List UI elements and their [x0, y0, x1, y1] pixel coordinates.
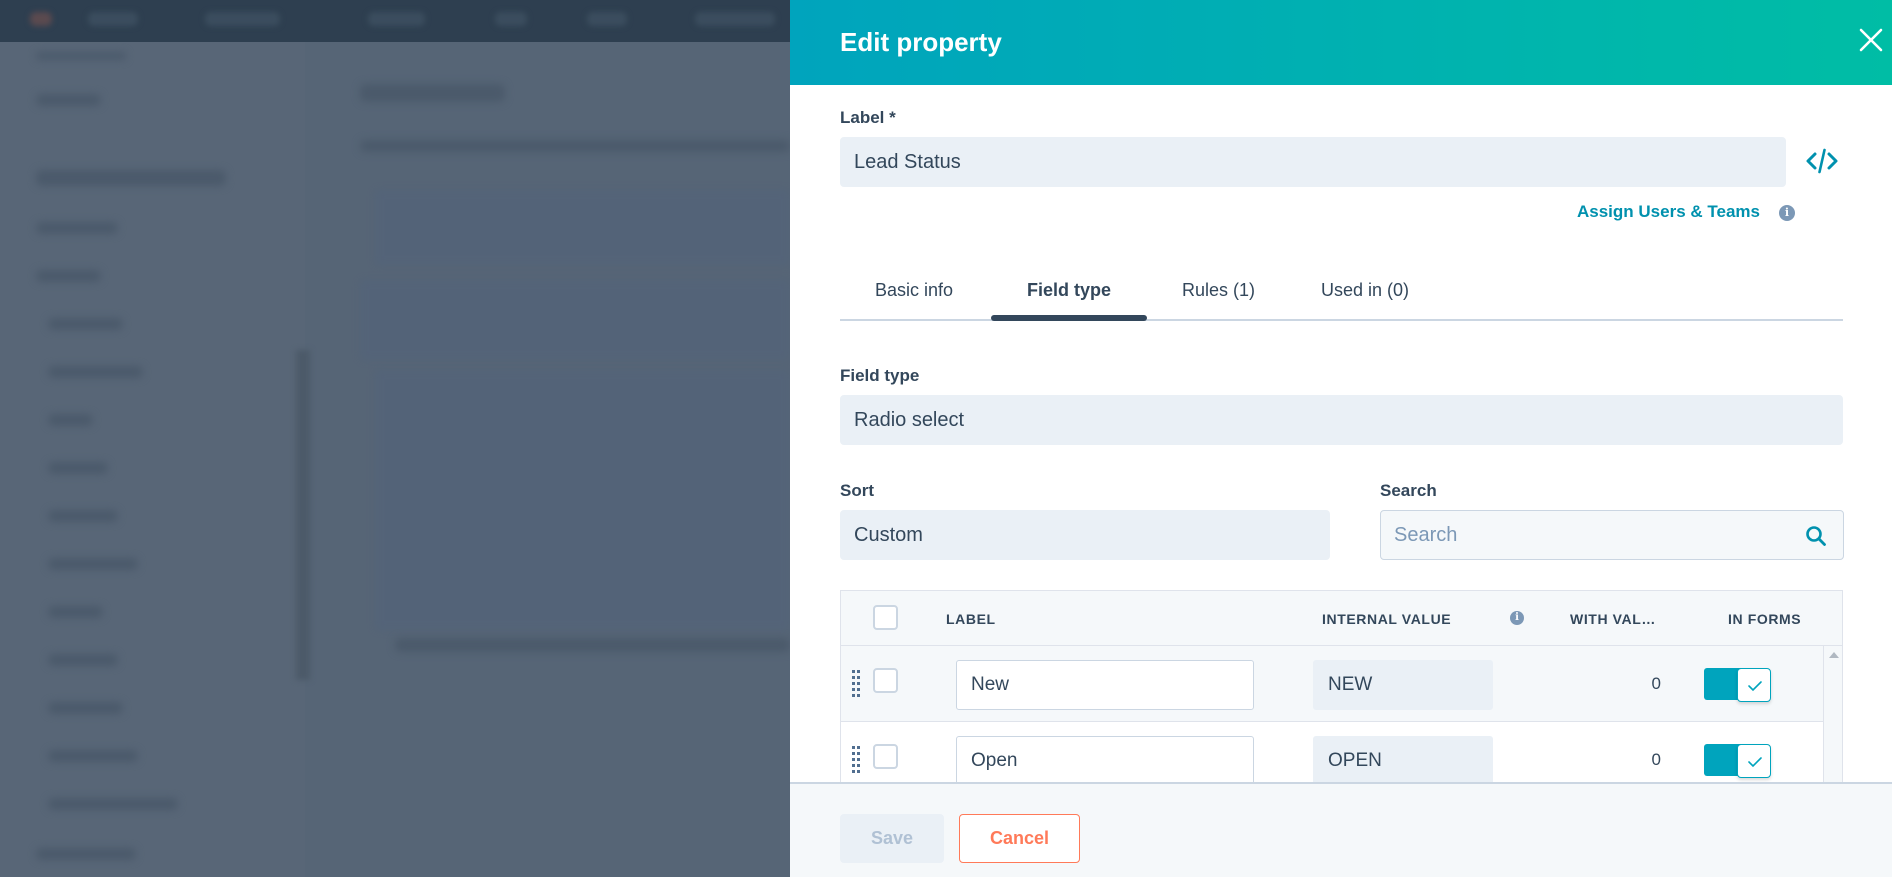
field-type-select[interactable]: Radio select	[840, 395, 1843, 445]
option-internal-value-input[interactable]: NEW	[1313, 660, 1493, 710]
option-internal-value-input[interactable]: OPEN	[1313, 736, 1493, 782]
drag-handle-icon[interactable]	[852, 746, 860, 774]
table-row: New NEW 0	[841, 646, 1823, 722]
tab-rules[interactable]: Rules (1)	[1182, 280, 1255, 301]
checkmark-icon	[1748, 681, 1762, 692]
background-top-nav	[0, 0, 790, 42]
sort-select[interactable]: Custom	[840, 510, 1330, 560]
property-tabs: Basic info Field type Rules (1) Used in …	[840, 270, 1843, 321]
option-internal-value: OPEN	[1328, 750, 1382, 771]
toggle-knob	[1737, 668, 1771, 702]
background-page-overlay	[0, 0, 790, 877]
background-nav-item	[495, 12, 527, 26]
background-text	[48, 558, 138, 570]
toggle-knob	[1737, 744, 1771, 778]
background-text	[36, 94, 101, 106]
background-text	[48, 606, 103, 618]
in-forms-toggle[interactable]	[1704, 744, 1771, 778]
label-input[interactable]: Lead Status	[840, 137, 1786, 187]
search-icon[interactable]	[1805, 525, 1827, 547]
close-icon	[1859, 28, 1883, 52]
sort-value: Custom	[854, 523, 923, 546]
background-page-title	[360, 84, 505, 102]
column-header-in-forms[interactable]: IN FORMS	[1728, 611, 1801, 627]
assign-users-teams-link[interactable]: Assign Users & Teams	[1577, 202, 1760, 222]
background-table	[375, 370, 790, 630]
table-row: Open OPEN 0	[841, 722, 1823, 782]
tab-used-in[interactable]: Used in (0)	[1321, 280, 1409, 301]
background-text	[48, 750, 138, 762]
panel-footer: Save Cancel	[790, 782, 1892, 877]
row-checkbox[interactable]	[873, 668, 898, 693]
active-tab-indicator	[991, 315, 1147, 321]
scroll-up-arrow-icon[interactable]	[1829, 652, 1839, 658]
background-text	[36, 222, 118, 234]
background-text	[48, 462, 108, 474]
panel-title: Edit property	[840, 27, 1002, 57]
panel-header: Edit property	[790, 0, 1892, 85]
background-scrollbar	[296, 350, 310, 680]
tab-field-type[interactable]: Field type	[1027, 280, 1111, 301]
options-table: LABEL INTERNAL VALUE i WITH VAL… IN FORM…	[840, 590, 1843, 782]
sort-label: Sort	[840, 481, 874, 500]
field-type-value: Radio select	[854, 408, 965, 431]
row-checkbox[interactable]	[873, 744, 898, 769]
option-label-value: New	[971, 674, 1010, 695]
background-nav-item	[205, 12, 280, 26]
background-text	[48, 414, 93, 426]
in-forms-toggle[interactable]	[1704, 668, 1771, 702]
column-header-label[interactable]: LABEL	[946, 611, 996, 627]
background-text	[36, 170, 226, 186]
background-logo	[30, 12, 52, 26]
column-header-with-value[interactable]: WITH VAL…	[1570, 611, 1656, 627]
drag-handle-icon[interactable]	[852, 670, 860, 698]
close-button[interactable]	[1856, 25, 1886, 55]
option-label-value: Open	[971, 750, 1018, 771]
background-text	[36, 52, 126, 60]
background-nav-item	[587, 12, 627, 26]
background-text	[48, 654, 118, 666]
label-field-label: Label *	[840, 108, 896, 127]
tab-basic-info[interactable]: Basic info	[875, 280, 953, 301]
option-label-input[interactable]: Open	[956, 736, 1254, 782]
search-placeholder: Search	[1394, 523, 1458, 546]
table-scrollbar[interactable]	[1823, 646, 1842, 782]
background-scroll	[395, 638, 790, 652]
background-nav-item	[88, 12, 138, 26]
search-label: Search	[1380, 481, 1437, 500]
info-icon[interactable]: i	[1510, 611, 1524, 625]
background-panel	[360, 280, 790, 360]
background-text	[48, 318, 123, 330]
info-icon[interactable]: i	[1779, 205, 1795, 221]
background-text	[48, 366, 143, 378]
field-type-label: Field type	[840, 366, 920, 385]
option-internal-value: NEW	[1328, 674, 1373, 695]
background-text	[36, 270, 101, 282]
background-text	[36, 848, 136, 860]
table-header: LABEL INTERNAL VALUE i WITH VAL… IN FORM…	[841, 591, 1842, 646]
checkmark-icon	[1748, 757, 1762, 768]
with-value-count: 0	[1651, 674, 1661, 693]
background-nav-item	[695, 12, 775, 26]
background-sidebar	[0, 42, 305, 877]
cancel-button[interactable]: Cancel	[959, 814, 1080, 863]
label-input-value: Lead Status	[854, 150, 961, 173]
select-all-checkbox[interactable]	[873, 605, 898, 630]
option-label-input[interactable]: New	[956, 660, 1254, 710]
code-icon[interactable]	[1805, 146, 1839, 176]
background-nav-item	[368, 12, 425, 26]
background-text	[48, 702, 123, 714]
column-header-internal-value[interactable]: INTERNAL VALUE	[1322, 611, 1451, 627]
save-button[interactable]: Save	[840, 814, 944, 863]
background-text	[48, 798, 178, 810]
edit-property-panel: Edit property Label * Lead Status Assign…	[790, 0, 1892, 877]
search-input[interactable]: Search	[1380, 510, 1844, 560]
background-text	[360, 140, 790, 152]
with-value-count: 0	[1651, 750, 1661, 769]
background-panel	[375, 190, 790, 265]
background-text	[48, 510, 118, 522]
